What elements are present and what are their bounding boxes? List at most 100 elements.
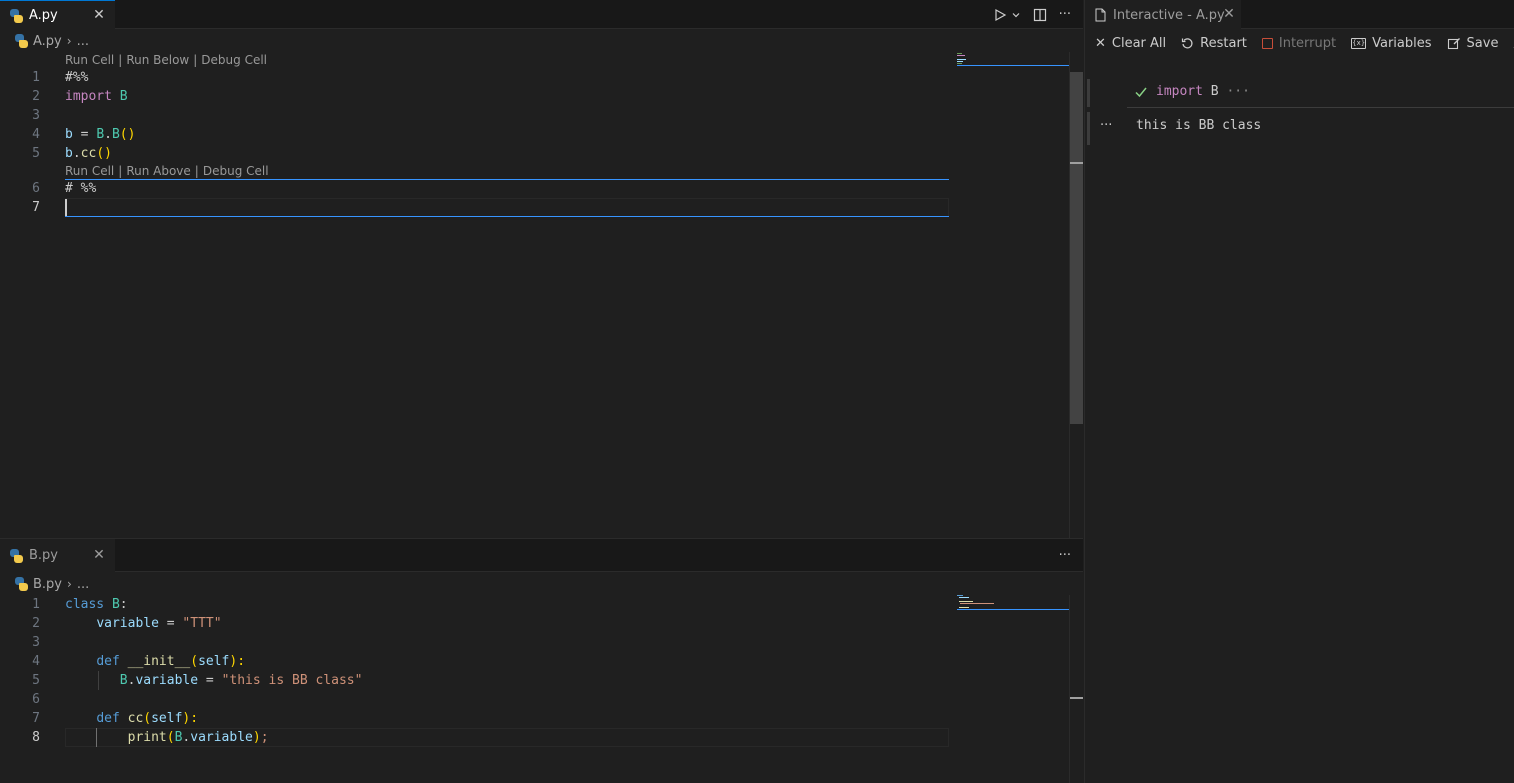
editor-group-b: B.py ✕ ··· B.py › ... 1 class B: 2 varia… [0, 538, 1083, 783]
function-token: print [127, 730, 167, 745]
code-line[interactable]: 1 class B: [0, 595, 949, 614]
scrollbar-thumb[interactable] [1070, 72, 1083, 424]
codelens-cell-2: Run Cell | Run Above | Debug Cell [65, 164, 269, 179]
output-more-button[interactable]: ··· [1100, 118, 1112, 133]
keyword-token: def [96, 654, 120, 669]
param-token: self [151, 711, 183, 726]
codelens-separator: | [118, 53, 123, 67]
restart-button[interactable]: Restart [1181, 36, 1247, 51]
line-number: 5 [32, 673, 40, 688]
tab-bar-b: B.py ✕ ··· [0, 539, 1083, 572]
line-number: 7 [32, 711, 40, 726]
keyword-import: import [65, 89, 112, 104]
code-line[interactable]: 2 variable = "TTT" [0, 614, 949, 633]
breadcrumb-more[interactable]: ... [77, 577, 89, 592]
vertical-scrollbar[interactable] [1069, 52, 1083, 538]
close-icon[interactable]: ✕ [91, 547, 107, 563]
chevron-right-icon: › [66, 34, 72, 48]
close-icon[interactable]: ✕ [1221, 6, 1237, 22]
code-line-current[interactable]: 7 [0, 198, 949, 217]
line-number: 6 [32, 692, 40, 707]
debug-cell-link[interactable]: Debug Cell [201, 53, 267, 67]
cell-boundary-bottom [65, 216, 949, 217]
code-line[interactable]: 5 b.cc() [0, 144, 949, 163]
save-button[interactable]: Save [1447, 36, 1498, 51]
line-number: 2 [32, 616, 40, 631]
breadcrumb-file-label: B.py [33, 576, 62, 592]
interactive-window: Interactive - A.py ✕ ✕ Clear All Restart… [1084, 0, 1514, 783]
collapsed-more[interactable]: ··· [1226, 84, 1249, 99]
run-cell-link[interactable]: Run Cell [65, 164, 114, 178]
stop-icon [1261, 37, 1273, 49]
clear-all-button[interactable]: ✕ Clear All [1095, 36, 1166, 51]
breadcrumb-file-label: A.py [33, 33, 62, 49]
class-token: B [111, 127, 120, 142]
line-number: 5 [32, 146, 40, 161]
run-icon[interactable] [993, 5, 1021, 25]
codelens-separator: | [118, 164, 123, 178]
breadcrumb-file[interactable]: B.py [14, 577, 62, 592]
breadcrumb-file[interactable]: A.py [14, 34, 62, 49]
line-number: 1 [32, 70, 40, 85]
minimap[interactable] [957, 595, 1069, 611]
code-line[interactable]: 4 b = B.B() [0, 125, 949, 144]
code-text: B.variable = "this is BB class" [65, 671, 363, 690]
code-text: def __init__(self): [65, 652, 245, 671]
tab-label: A.py [29, 8, 58, 23]
debug-cell-link[interactable]: Debug Cell [203, 164, 269, 178]
variable-token: b [65, 127, 73, 142]
punct-token: ; [260, 730, 269, 745]
scrollbar-cursor-marker [1070, 162, 1083, 164]
tab-interactive[interactable]: Interactive - A.py ✕ [1085, 0, 1241, 30]
more-icon[interactable]: ··· [1059, 546, 1071, 566]
line-number: 6 [32, 181, 40, 196]
text-cursor [65, 199, 67, 216]
code-line[interactable]: 4 def __init__(self): [0, 652, 949, 671]
tab-a-py[interactable]: A.py ✕ [0, 0, 115, 30]
interrupt-button[interactable]: Interrupt [1261, 35, 1337, 51]
python-file-icon [14, 34, 28, 48]
cell-input[interactable]: import B ··· [1134, 84, 1250, 99]
save-edit-icon [1447, 37, 1460, 49]
punct-token: : [119, 597, 128, 612]
more-icon[interactable]: ··· [1059, 5, 1071, 25]
file-icon [1095, 8, 1106, 22]
check-icon [1135, 87, 1147, 97]
code-line[interactable]: 2 import B [0, 87, 949, 106]
function-token: cc [127, 711, 144, 726]
cell-output-bar [1087, 112, 1090, 145]
variables-label: Variables [1372, 35, 1432, 51]
minimap[interactable] [957, 52, 1069, 66]
string-token: "this is BB class" [221, 673, 363, 688]
tab-label: B.py [29, 548, 58, 563]
code-line[interactable]: 6 # %% [0, 179, 949, 198]
code-line[interactable]: 6 [0, 690, 949, 709]
code-line[interactable]: 1 #%% [0, 68, 949, 87]
run-below-link[interactable]: Run Below [126, 53, 189, 67]
python-file-icon [9, 548, 23, 563]
close-icon[interactable]: ✕ [91, 7, 107, 23]
operator-token: = [72, 127, 97, 142]
code-line[interactable]: 5 B.variable = "this is BB class" [0, 671, 949, 690]
code-line-current[interactable]: 8 print(B.variable); [0, 728, 949, 747]
keyword-token: class [65, 597, 105, 612]
code-text: def cc(self): [65, 709, 198, 728]
tab-b-py[interactable]: B.py ✕ [0, 539, 115, 572]
interrupt-label: Interrupt [1278, 35, 1337, 51]
run-above-link[interactable]: Run Above [126, 164, 190, 178]
code-line[interactable]: 7 def cc(self): [0, 709, 949, 728]
vertical-scrollbar[interactable] [1069, 595, 1083, 783]
breadcrumb-more[interactable]: ... [77, 34, 89, 49]
code-line[interactable]: 3 [0, 106, 949, 125]
python-file-icon [9, 8, 23, 23]
variable-token: variable [190, 730, 253, 745]
breadcrumb: A.py › ... [0, 29, 1083, 53]
variables-button[interactable]: {x} Variables [1351, 35, 1432, 51]
run-cell-link[interactable]: Run Cell [65, 53, 114, 67]
code-line[interactable]: 3 [0, 633, 949, 652]
variables-icon: {x} [1351, 37, 1367, 49]
split-editor-icon[interactable] [1033, 5, 1047, 25]
indent-guide-active [96, 728, 97, 747]
paren-token: ): [182, 711, 199, 726]
scrollbar-cursor-marker [1070, 697, 1083, 699]
